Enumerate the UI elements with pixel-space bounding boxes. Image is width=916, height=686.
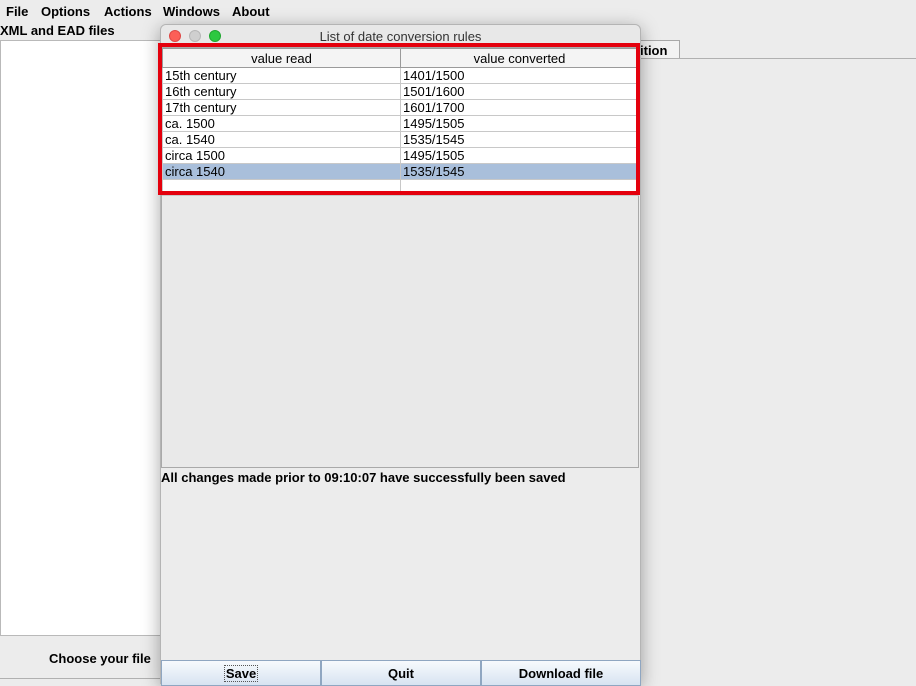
cell-value-converted[interactable]: 1495/1505 xyxy=(400,147,639,164)
cell-value-converted[interactable]: 1535/1545 xyxy=(400,131,639,148)
menu-about[interactable]: About xyxy=(232,4,270,19)
tab-edition[interactable]: ition xyxy=(636,40,680,59)
cell-value-converted[interactable]: 1601/1700 xyxy=(400,99,639,116)
menu-windows[interactable]: Windows xyxy=(163,4,220,19)
table-row[interactable]: 17th century 1601/1700 xyxy=(162,99,639,116)
cell-value-read[interactable]: 17th century xyxy=(162,99,401,116)
divider xyxy=(0,678,162,679)
save-status-message: All changes made prior to 09:10:07 have … xyxy=(161,470,566,485)
tab-edition-label: ition xyxy=(640,43,668,58)
date-conversion-dialog: List of date conversion rules value read… xyxy=(160,24,641,686)
dialog-title: List of date conversion rules xyxy=(319,29,482,44)
table-row[interactable]: circa 1540 1535/1545 xyxy=(162,163,639,180)
tab-divider xyxy=(636,58,916,59)
cell-value-read[interactable]: ca. 1540 xyxy=(162,131,401,148)
table-row[interactable]: ca. 1540 1535/1545 xyxy=(162,131,639,148)
cell-value-converted[interactable]: 1535/1545 xyxy=(400,163,639,180)
dialog-titlebar[interactable]: List of date conversion rules xyxy=(161,25,640,47)
cell-value-read[interactable]: 16th century xyxy=(162,83,401,100)
cell-value-read[interactable] xyxy=(162,179,401,196)
cell-value-converted[interactable]: 1401/1500 xyxy=(400,67,639,84)
table-row[interactable] xyxy=(162,179,639,196)
column-header-value-converted[interactable]: value converted xyxy=(400,48,639,68)
conversion-table: value read value converted 15th century 1… xyxy=(162,48,639,196)
table-row[interactable]: 16th century 1501/1600 xyxy=(162,83,639,100)
cell-value-read[interactable]: circa 1540 xyxy=(162,163,401,180)
cell-value-read[interactable]: circa 1500 xyxy=(162,147,401,164)
table-scroll-area[interactable]: value read value converted 15th century 1… xyxy=(161,47,639,468)
table-row[interactable]: ca. 1500 1495/1505 xyxy=(162,115,639,132)
choose-file-label: Choose your file xyxy=(49,651,151,666)
menu-options[interactable]: Options xyxy=(41,4,90,19)
menu-actions[interactable]: Actions xyxy=(104,4,152,19)
quit-button[interactable]: Quit xyxy=(321,660,481,686)
cell-value-converted[interactable] xyxy=(400,179,639,196)
column-header-value-read[interactable]: value read xyxy=(162,48,401,68)
menu-bar: File Options Actions Windows About xyxy=(0,0,916,25)
conversion-table-body: 15th century 1401/1500 16th century 1501/16… xyxy=(162,67,639,196)
files-panel-title: XML and EAD files xyxy=(0,23,115,38)
save-button-label: Save xyxy=(223,665,259,682)
cell-value-read[interactable]: 15th century xyxy=(162,67,401,84)
table-row[interactable]: circa 1500 1495/1505 xyxy=(162,147,639,164)
cell-value-read[interactable]: ca. 1500 xyxy=(162,115,401,132)
download-file-button[interactable]: Download file xyxy=(481,660,641,686)
cell-value-converted[interactable]: 1501/1600 xyxy=(400,83,639,100)
save-button[interactable]: Save xyxy=(161,660,321,686)
menu-file[interactable]: File xyxy=(6,4,28,19)
cell-value-converted[interactable]: 1495/1505 xyxy=(400,115,639,132)
files-list[interactable] xyxy=(0,40,162,636)
table-row[interactable]: 15th century 1401/1500 xyxy=(162,67,639,84)
